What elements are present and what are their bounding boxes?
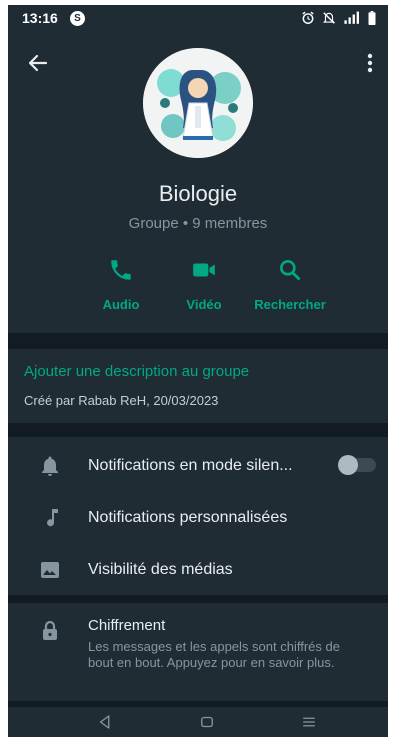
group-avatar[interactable] — [143, 48, 253, 158]
group-name: Biologie — [158, 181, 238, 206]
encryption-row[interactable]: Chiffrement Les messages et les appels s… — [8, 603, 388, 701]
signal-icon — [344, 11, 359, 24]
group-member-count: Groupe • 9 membres — [128, 215, 268, 232]
back-triangle-icon[interactable] — [96, 713, 114, 731]
system-navigation-bar — [8, 707, 388, 737]
lock-icon — [43, 620, 57, 640]
status-time: 13:16 — [22, 10, 58, 26]
audio-call-button[interactable]: Audio — [76, 257, 166, 312]
encryption-title: Chiffrement — [88, 617, 166, 634]
search-icon — [280, 260, 301, 281]
add-description-link[interactable]: Ajouter une description au groupe — [24, 363, 249, 380]
bell-icon — [42, 456, 58, 476]
more-vertical-icon[interactable] — [358, 51, 382, 75]
group-description-section: Ajouter une description au groupe Créé p… — [8, 349, 388, 423]
encryption-description: Les messages et les appels sont chiffrés… — [88, 639, 340, 670]
mute-notifications-row[interactable]: Notifications en mode silen... — [8, 441, 388, 491]
media-visibility-label: Visibilité des médias — [88, 561, 233, 578]
video-icon — [193, 263, 215, 277]
app-notification-icon: S — [70, 11, 85, 26]
search-label: Rechercher — [254, 297, 326, 312]
mute-notifications-toggle[interactable] — [338, 455, 376, 475]
avatar-illustration — [143, 48, 253, 158]
group-info-header: Biologie Groupe • 9 membres Audio Vidéo … — [8, 31, 388, 333]
custom-notifications-label: Notifications personnalisées — [88, 509, 288, 526]
battery-icon — [368, 11, 376, 25]
phone-screen: 13:16 S Biologie Groupe • 9 membres Audi… — [8, 5, 388, 737]
status-icons — [301, 10, 376, 26]
media-visibility-row[interactable]: Visibilité des médias — [8, 545, 388, 595]
status-bar: 13:16 S — [8, 5, 388, 31]
custom-notifications-row[interactable]: Notifications personnalisées — [8, 493, 388, 543]
arrow-left-icon[interactable] — [26, 51, 50, 75]
video-label: Vidéo — [186, 297, 222, 312]
settings-section: Notifications en mode silen... Notificat… — [8, 437, 388, 595]
recents-menu-icon[interactable] — [300, 713, 318, 731]
home-square-icon[interactable] — [198, 713, 216, 731]
image-icon — [41, 562, 59, 578]
mute-icon — [322, 12, 336, 24]
mute-notifications-label: Notifications en mode silen... — [88, 457, 293, 474]
phone-icon — [111, 260, 131, 280]
created-by-text: Créé par Rabab ReH, 20/03/2023 — [24, 393, 219, 408]
toggle-knob — [338, 455, 358, 475]
video-call-button[interactable]: Vidéo — [159, 257, 249, 312]
alarm-icon — [302, 11, 314, 24]
music-note-icon — [47, 509, 58, 527]
search-button[interactable]: Rechercher — [245, 257, 335, 312]
audio-label: Audio — [102, 297, 140, 312]
